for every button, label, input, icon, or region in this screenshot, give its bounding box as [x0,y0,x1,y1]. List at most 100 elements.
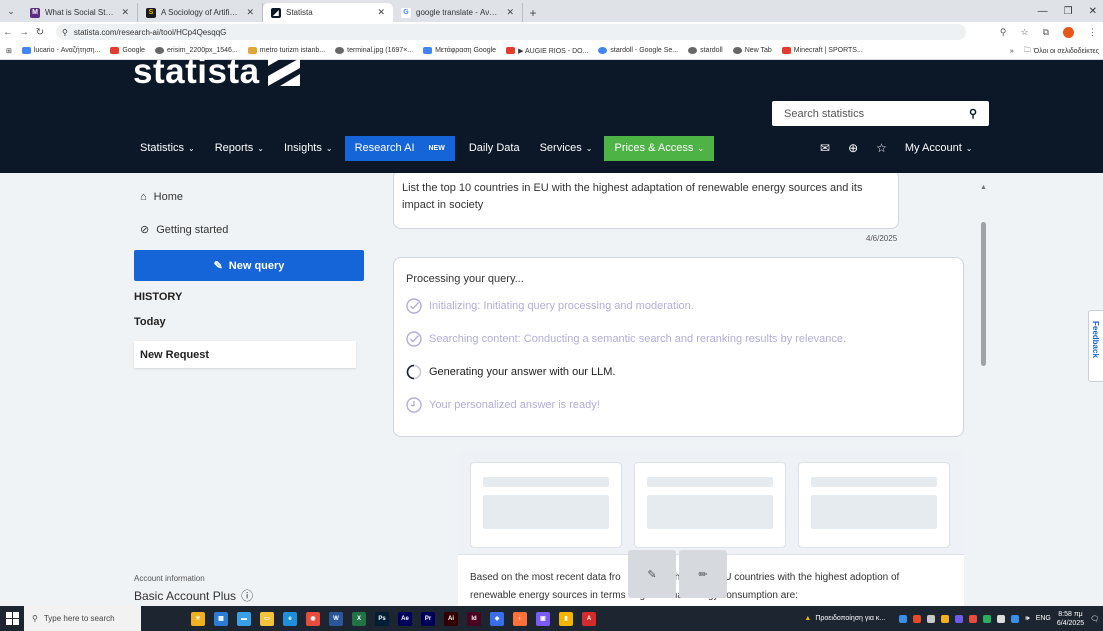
excel-icon[interactable]: X [352,611,366,626]
nav-prices-access[interactable]: Prices & Access ⌄ [604,135,715,161]
tab-title: Statista [286,8,313,17]
bookmark-item[interactable]: stardoll [688,47,723,54]
search-icon[interactable]: ⚲ [969,107,977,120]
all-bookmarks-folder[interactable]: 🗀 Όλοι οι σελιδοδείκτες [1024,46,1099,57]
bookmark-label: Minecraft | SPORTS... [793,47,863,54]
search-input[interactable]: Search statistics ⚲ [772,101,989,126]
windows-start-icon[interactable] [0,606,24,631]
task-view-icon[interactable]: ▦ [214,611,228,626]
profile-avatar[interactable] [1063,26,1074,38]
after-effects-icon[interactable]: Ae [398,611,412,626]
firefox-icon[interactable]: ◐ [513,611,527,626]
new-query-button[interactable]: ✎ New query [134,250,364,281]
indesign-icon[interactable]: Id [467,611,481,626]
star-icon[interactable]: ☆ [876,141,887,155]
new-chat-float-button[interactable]: ✎ [628,550,676,598]
extensions-icon[interactable]: ⧉ [1043,27,1049,38]
language-indicator[interactable]: ENG [1036,615,1051,622]
bookmark-label: Μετάφραση Google [435,47,497,54]
illustrator-icon[interactable]: Ai [444,611,458,626]
nav-services[interactable]: Services ⌄ [540,142,593,154]
close-icon[interactable]: ✕ [377,7,385,18]
acrobat-icon[interactable]: A [582,611,596,626]
app-icon[interactable]: ◈ [490,611,504,626]
scroll-thumb[interactable] [981,222,986,366]
restore-icon[interactable]: ❐ [1064,6,1073,17]
tray-icon[interactable] [983,614,992,623]
close-window-icon[interactable]: ✕ [1089,6,1097,17]
nav-daily-data[interactable]: Daily Data [469,142,520,154]
volume-icon[interactable]: 🕪 [1025,615,1029,623]
bookmark-item[interactable]: lucario - Αναζήτηση... [21,47,100,54]
tab-title: google translate - Αναζήτηση [416,8,502,17]
photoshop-icon[interactable]: Ps [375,611,389,626]
chevron-right-icon[interactable]: » [1010,48,1014,55]
tray-icon[interactable] [927,614,936,623]
info-icon[interactable]: ⓘ [241,587,253,604]
chrome-icon[interactable]: ◉ [306,611,320,626]
word-icon[interactable]: W [329,611,343,626]
bookmark-item[interactable]: stardoll - Google Se... [598,47,678,54]
globe-icon[interactable]: ⊕ [848,141,858,155]
url-field[interactable]: ⚲ statista.com/research-ai/tool/HCp4Qesq… [56,24,966,40]
nav-reports[interactable]: Reports ⌄ [215,142,264,154]
close-icon[interactable]: ✕ [506,7,514,18]
weather-app-icon[interactable]: ☀ [191,611,205,626]
file-explorer-icon[interactable]: ▬ [237,611,251,626]
feedback-label: Feedback [1091,321,1100,358]
tray-icon[interactable] [955,614,964,623]
tray-icon[interactable] [913,614,922,623]
bookmark-item[interactable]: terminal.jpg (1697×... [335,47,413,54]
tray-icon[interactable] [941,614,950,623]
sidebar-item-getting-started[interactable]: ⊘ Getting started [140,223,228,237]
close-icon[interactable]: ✕ [121,7,129,18]
reload-icon[interactable]: ↻ [32,27,48,38]
menu-icon[interactable]: ⋮ [1088,27,1097,38]
app-icon[interactable]: ▮ [559,611,573,626]
my-account-menu[interactable]: My Account ⌄ [905,142,973,154]
browser-tab[interactable]: S A Sociology of Artificial Intellige ✕ [138,3,263,22]
apps-grid-icon[interactable]: ⊞ [6,47,12,55]
tray-icon[interactable] [969,614,978,623]
edge-icon[interactable]: e [283,611,297,626]
weather-alert[interactable]: ▲ Προειδοποίηση για κ... [804,615,885,622]
folder-icon[interactable]: ▭ [260,611,274,626]
minimize-icon[interactable]: — [1038,6,1048,17]
bookmark-star-icon[interactable]: ☆ [1020,27,1028,38]
zoom-icon[interactable]: ⚲ [1000,27,1007,38]
edit-float-button[interactable]: ✏ [679,550,727,598]
sidebar-item-home[interactable]: ⌂ Home [140,191,183,203]
browser-tab[interactable]: M What is Social Statistics? | Facul ✕ [22,3,138,22]
bookmark-item[interactable]: New Tab [732,47,772,54]
nav-research-ai[interactable]: Research AI NEW [344,135,455,161]
close-icon[interactable]: ✕ [246,7,254,18]
browser-tab-bar: ⌄ M What is Social Statistics? | Facul ✕… [0,0,1103,22]
scrollbar[interactable]: ▲ [979,184,987,606]
nav-insights[interactable]: Insights ⌄ [284,142,333,154]
network-icon[interactable] [1011,614,1020,623]
onedrive-icon[interactable] [997,614,1006,623]
tray-icon[interactable] [899,614,908,623]
forward-icon[interactable]: → [16,27,32,38]
back-icon[interactable]: ← [0,27,16,38]
sidebar-item-label: Home [153,191,183,203]
browser-tab[interactable]: G google translate - Αναζήτηση ✕ [393,3,523,22]
site-info-icon[interactable]: ⚲ [62,28,68,37]
premiere-icon[interactable]: Pr [421,611,435,626]
app-icon[interactable]: ▣ [536,611,550,626]
statista-logo[interactable]: statista [133,52,300,92]
tab-search-icon[interactable]: ⌄ [0,0,22,22]
bookmark-item[interactable]: Minecraft | SPORTS... [781,47,863,54]
taskbar-search-input[interactable]: ⚲ Type here to search [24,606,141,631]
history-item[interactable]: New Request [134,341,356,368]
scroll-up-icon[interactable]: ▲ [980,184,987,191]
bookmark-item[interactable]: Μετάφραση Google [423,47,496,54]
new-tab-button[interactable]: + [523,3,543,22]
notifications-icon[interactable]: 🗨 [1090,615,1099,623]
bookmark-item[interactable]: ▶ AUGIE RIOS - DO... [506,47,588,55]
clock[interactable]: 8:58 πμ 6/4/2025 [1057,610,1084,628]
browser-tab-active[interactable]: ◢ Statista ✕ [263,3,393,22]
mail-icon[interactable]: ✉ [820,141,830,155]
feedback-tab[interactable]: Feedback [1088,310,1103,382]
nav-statistics[interactable]: Statistics ⌄ [140,142,195,154]
